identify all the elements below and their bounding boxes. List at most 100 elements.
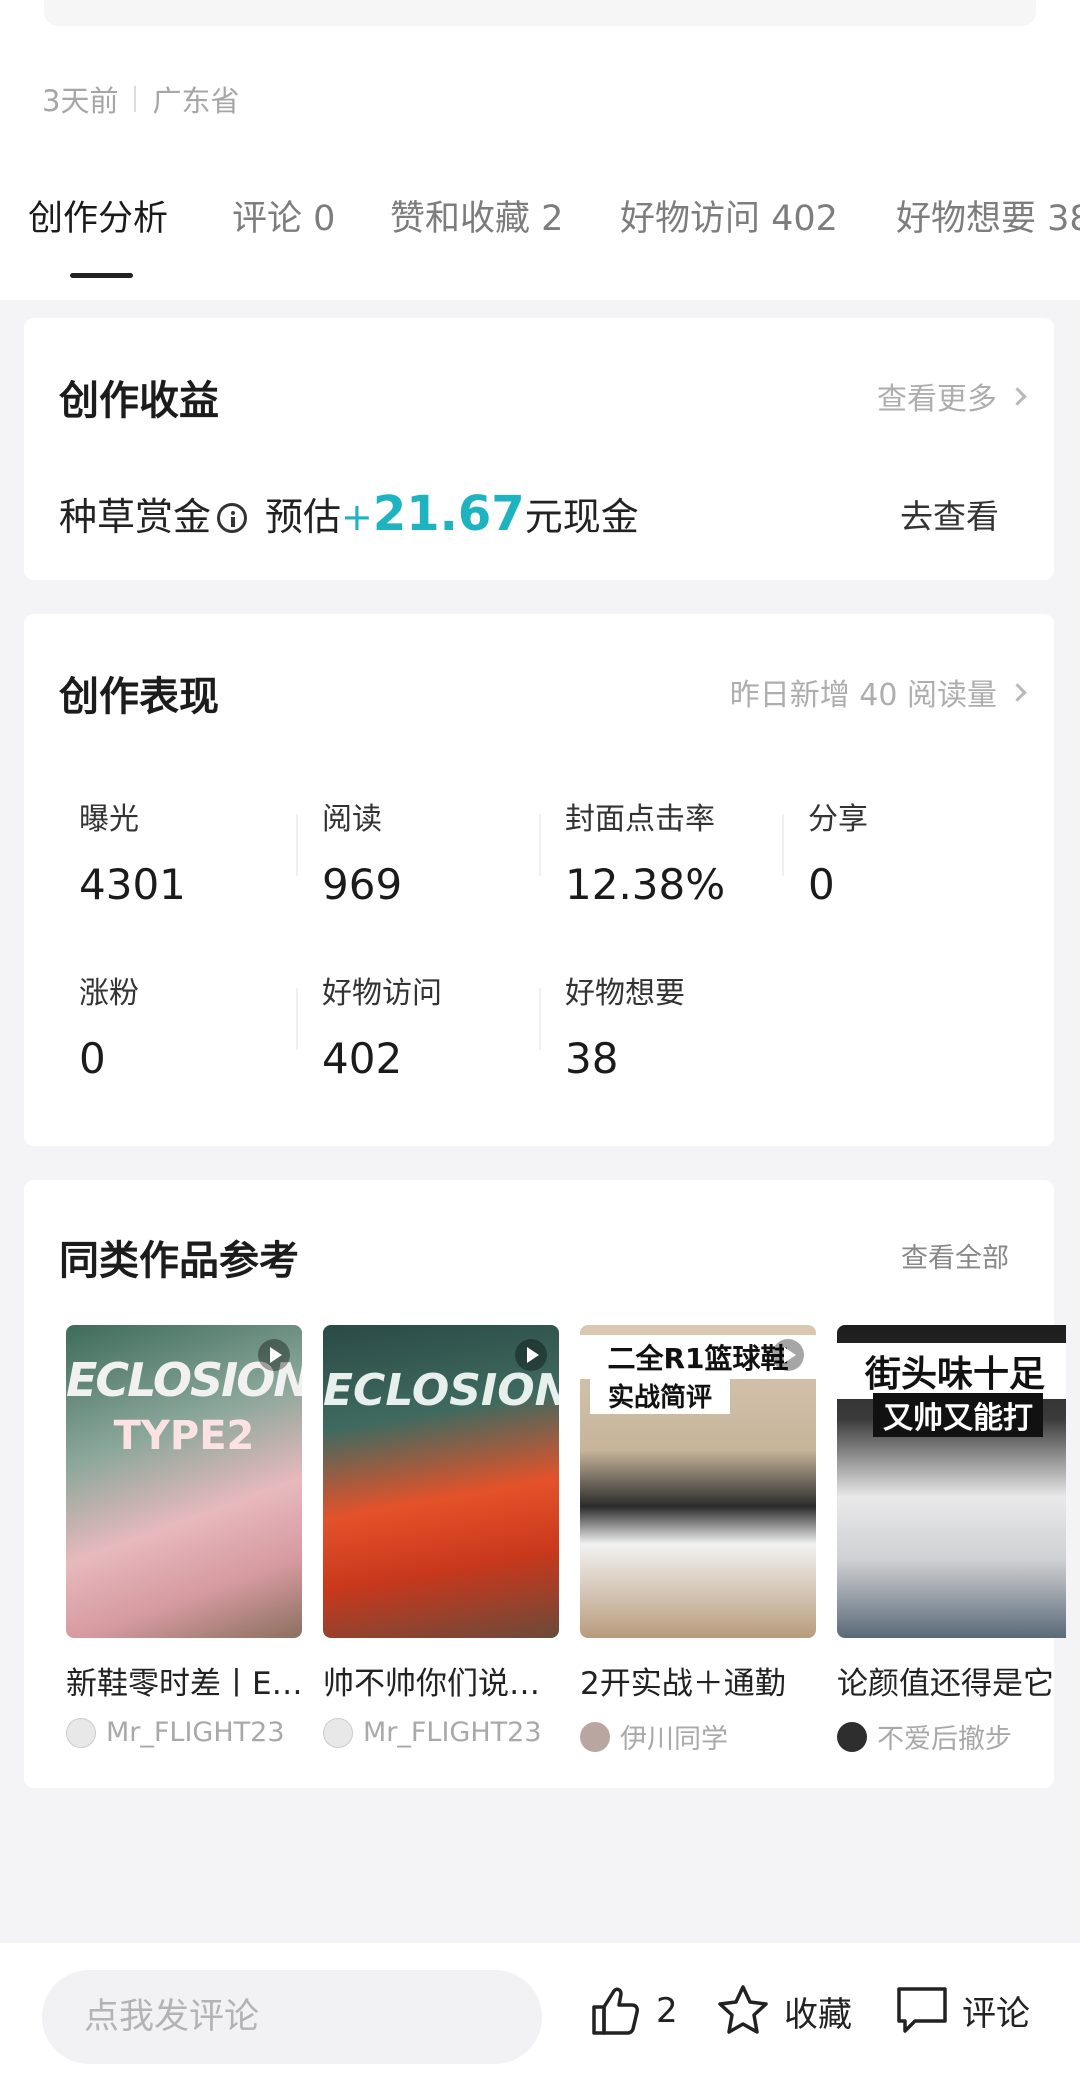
work-title: 论颜值还得是它 [837, 1666, 1054, 1702]
similar-work-card[interactable]: 二全R1篮球鞋 实战简评 2开实战＋通勤 伊川同学 [580, 1325, 816, 1756]
like-button[interactable]: 2 [588, 1983, 678, 2039]
cover-subtext: 实战简评 [590, 1377, 730, 1414]
cover-subtext: TYPE2 [113, 1413, 255, 1459]
stat-cover-ctr: 封面点击率 12.38% [565, 794, 808, 909]
stat-label: 好物访问 [322, 976, 442, 1011]
work-author[interactable]: Mr_FLIGHT23 [323, 1717, 559, 1748]
tab-bar: 创作分析 评论 0 赞和收藏 2 好物访问 402 好物想要 38 [0, 190, 1080, 250]
stat-value: 969 [322, 860, 403, 909]
stat-label: 涨粉 [79, 976, 139, 1011]
performance-title: 创作表现 [59, 674, 219, 720]
cover-text: 街头味十足 [837, 1343, 1066, 1399]
view-bounty-button[interactable]: 去查看 [900, 490, 999, 538]
stat-label: 阅读 [322, 802, 382, 837]
tab-product-visits[interactable]: 好物访问 402 [620, 190, 838, 241]
post-time: 3天前 [42, 84, 119, 118]
tab-creation-analysis[interactable]: 创作分析 [28, 190, 168, 241]
cover-image: 二全R1篮球鞋 实战简评 [580, 1325, 816, 1638]
performance-summary-link[interactable]: 昨日新增 40 阅读量 [729, 670, 1027, 714]
performance-summary: 昨日新增 40 阅读量 [729, 678, 997, 713]
similar-works-card: 同类作品参考 查看全部 ECLOSION TYPE2 新鞋零时差丨ECLOSIO… [24, 1180, 1066, 1788]
play-icon [772, 1339, 804, 1371]
similar-work-card[interactable]: ECLOSION 帅不帅你们说了算 Mr_FLIGHT23 [323, 1325, 563, 1748]
play-icon [258, 1339, 290, 1371]
thumbs-up-icon [592, 1987, 639, 2035]
stat-shares: 分享 0 [808, 794, 1051, 909]
similar-works-list: ECLOSION TYPE2 新鞋零时差丨ECLOSION Mr_FLIGHT2… [66, 1325, 1066, 1785]
stat-value: 4301 [79, 860, 186, 909]
author-name: Mr_FLIGHT23 [106, 1717, 285, 1748]
stat-value: 12.38% [565, 860, 726, 909]
avatar [66, 1717, 96, 1748]
cover-subtext: 又帅又能打 [873, 1393, 1043, 1437]
similar-works-title: 同类作品参考 [59, 1238, 299, 1284]
similar-work-card[interactable]: ECLOSION TYPE2 新鞋零时差丨ECLOSION Mr_FLIGHT2… [66, 1325, 306, 1748]
cover-text: ECLOSION [323, 1365, 559, 1416]
like-count: 2 [656, 1991, 678, 2031]
stat-label: 封面点击率 [565, 802, 715, 837]
meta-divider [134, 86, 137, 112]
info-icon[interactable] [217, 503, 248, 533]
tab-comments[interactable]: 评论 0 [232, 190, 335, 241]
favorite-button[interactable]: 收藏 [714, 1983, 852, 2039]
stat-reads: 阅读 969 [322, 794, 565, 909]
avatar [323, 1717, 353, 1748]
author-name: 伊川同学 [620, 1724, 728, 1755]
bounty-label: 种草赏金 [59, 495, 212, 539]
stat-divider [539, 814, 541, 876]
stat-divider [782, 814, 784, 876]
play-icon [515, 1339, 547, 1371]
bounty-amount: 21.67 [372, 486, 525, 542]
estimate-label: 预估 [265, 495, 342, 539]
earnings-more-label: 查看更多 [877, 382, 997, 417]
comment-label: 评论 [962, 1993, 1030, 2034]
tab-likes-favorites[interactable]: 赞和收藏 2 [390, 190, 563, 241]
stat-label: 分享 [808, 802, 868, 837]
bottom-action-bar: 点我发评论 2 收藏 评论 [0, 1943, 1080, 2097]
stat-value: 402 [322, 1034, 403, 1083]
cover-image: ECLOSION TYPE2 [66, 1325, 302, 1638]
stat-product-wants: 好物想要 38 [565, 968, 808, 1083]
comment-button[interactable]: 评论 [894, 1983, 1030, 2037]
work-author[interactable]: 不爱后撤步 [837, 1717, 1066, 1756]
earnings-title: 创作收益 [59, 378, 219, 424]
cover-image: 街头味十足 又帅又能打 [837, 1325, 1066, 1638]
stat-value: 38 [565, 1034, 619, 1083]
author-name: 不爱后撤步 [877, 1724, 1012, 1755]
stat-divider [539, 988, 541, 1050]
stat-value: 0 [808, 860, 835, 909]
similar-work-card[interactable]: 街头味十足 又帅又能打 论颜值还得是它 不爱后撤步 [837, 1325, 1066, 1756]
comment-bubble-icon [897, 1987, 947, 2033]
star-icon [718, 1985, 768, 2034]
content-edge [44, 0, 1036, 26]
post-location: 广东省 [152, 84, 240, 118]
comment-input[interactable]: 点我发评论 [42, 1970, 542, 2064]
stat-value: 0 [79, 1034, 106, 1083]
work-title: 2开实战＋通勤 [580, 1666, 786, 1702]
favorite-label: 收藏 [784, 1994, 852, 2035]
stat-new-followers: 涨粉 0 [79, 968, 322, 1083]
bounty-unit: 元现金 [524, 495, 639, 539]
stat-divider [296, 814, 298, 876]
stat-product-visits: 好物访问 402 [322, 968, 565, 1083]
bounty-row: 种草赏金 预估 + 21.67 元现金 [59, 486, 639, 542]
view-all-link[interactable]: 查看全部 [901, 1236, 1009, 1275]
stat-impressions: 曝光 4301 [79, 794, 322, 909]
author-name: Mr_FLIGHT23 [363, 1717, 542, 1748]
work-title: 新鞋零时差丨ECLOSION [66, 1666, 306, 1702]
stat-divider [296, 988, 298, 1050]
earnings-more-link[interactable]: 查看更多 [877, 374, 1027, 418]
earnings-card: 创作收益 查看更多 种草赏金 预估 + 21.67 元现金 去查看 [24, 318, 1054, 580]
active-tab-indicator [70, 273, 133, 278]
tab-product-wants[interactable]: 好物想要 38 [896, 190, 1080, 241]
post-meta: 3天前 广东省 [42, 78, 239, 120]
work-author[interactable]: 伊川同学 [580, 1717, 816, 1756]
stat-label: 好物想要 [565, 976, 685, 1011]
work-author[interactable]: Mr_FLIGHT23 [66, 1717, 302, 1748]
cover-image: ECLOSION [323, 1325, 559, 1638]
chevron-right-icon [1008, 386, 1027, 406]
performance-card: 创作表现 昨日新增 40 阅读量 曝光 4301 阅读 969 封面点击率 12… [24, 614, 1054, 1146]
avatar [580, 1721, 610, 1752]
post-header: 3天前 广东省 创作分析 评论 0 赞和收藏 2 好物访问 402 好物想要 3… [0, 0, 1080, 300]
stat-label: 曝光 [79, 802, 139, 837]
